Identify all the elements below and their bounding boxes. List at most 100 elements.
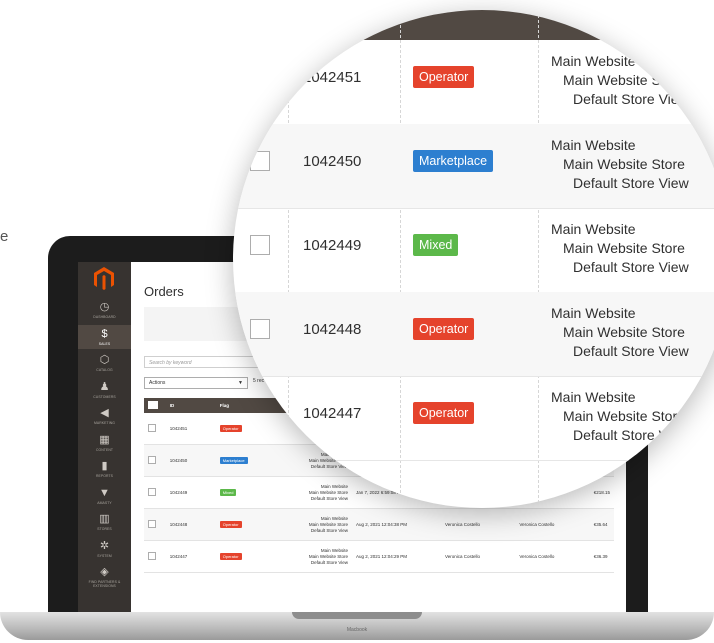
sales-icon: $ xyxy=(101,327,108,340)
row-checkbox[interactable] xyxy=(148,488,156,496)
store-view: Default Store View xyxy=(310,495,349,501)
store-website: Main Website xyxy=(551,137,636,153)
sidebar-item-label: Dashboard xyxy=(93,315,116,319)
mass-select-icon[interactable] xyxy=(148,401,158,409)
sidebar-item-label: Find Partners & Extensions xyxy=(88,580,121,588)
sidebar-item-reports[interactable]: ▮ Reports xyxy=(78,457,131,481)
purchase-point: Main WebsiteMain Website StoreDefault St… xyxy=(277,540,353,573)
sidebar-item-content[interactable]: ▦ Content xyxy=(78,431,131,455)
sidebar-item-label: Content xyxy=(95,447,114,452)
store-view: Default Store View xyxy=(310,463,349,469)
sidebar-item-label: Amasty xyxy=(97,500,112,505)
sidebar-item-label: Reports xyxy=(95,474,114,478)
row-checkbox-cell xyxy=(144,413,166,445)
purchase-point: Main Website Main Website Store Default St… xyxy=(551,136,714,193)
reports-icon: ▮ xyxy=(101,460,108,472)
ship-to-name: Veronica Costello xyxy=(515,540,590,573)
row-checkbox[interactable] xyxy=(250,67,270,87)
lens-grid-header xyxy=(233,10,714,40)
store-name: Main Website Store xyxy=(563,156,685,172)
store-view: Default Store View xyxy=(573,343,689,359)
row-checkbox[interactable] xyxy=(148,424,156,432)
purchase-point: Main WebsiteMain Website StoreDefault St… xyxy=(277,508,353,541)
admin-sidebar: ◷ Dashboard $ Sales ⬡ Catalog ♟ Customers ◀ Marke… xyxy=(78,262,131,612)
row-checkbox-cell xyxy=(144,508,166,541)
row-checkbox[interactable] xyxy=(148,552,156,560)
table-row[interactable]: 1042447 Operator Main Website Main Website … xyxy=(144,540,614,573)
store-website: Main Website xyxy=(551,53,636,69)
purchase-point: Main Website Main Website Store Default St… xyxy=(551,52,714,109)
lens-table-row[interactable]: 1042447 Operator Main Website Main Website … xyxy=(233,376,714,461)
store-name: Main Website Store xyxy=(563,72,685,88)
grand-total: €35.64 xyxy=(589,508,614,541)
flag-badge: Operator xyxy=(413,402,475,424)
ship-to-name: Veronica Costello xyxy=(515,508,590,541)
row-checkbox[interactable] xyxy=(250,151,270,171)
sidebar-item-amasty[interactable]: ▼ Amasty xyxy=(78,484,131,508)
sidebar-item-stores[interactable]: ▥ Stores xyxy=(78,510,131,534)
order-id: 1042450 xyxy=(303,153,362,170)
order-id: 1042451 xyxy=(303,69,362,86)
sidebar-item-label: Stores xyxy=(97,527,112,531)
purchase-point: Main WebsiteMain Website StoreDefault St… xyxy=(551,388,714,445)
order-id: 1042449 xyxy=(303,237,362,254)
dashboard-icon: ◷ xyxy=(99,301,110,313)
order-id: 1042447 xyxy=(165,540,216,573)
marketing-icon: ◀ xyxy=(100,407,109,419)
store-website: Main Website xyxy=(551,305,636,321)
system-icon: ✲ xyxy=(99,539,110,552)
flag-badge: Operator xyxy=(219,553,242,560)
stores-icon: ▥ xyxy=(99,513,110,525)
row-checkbox[interactable] xyxy=(148,520,156,528)
row-checkbox-cell xyxy=(144,476,166,509)
flag-badge: Operator xyxy=(413,318,475,340)
actions-label: Actions xyxy=(149,380,166,386)
store-view: Default Store View xyxy=(573,259,689,275)
flag-cell: Operator xyxy=(215,508,278,541)
sidebar-item-system[interactable]: ✲ System xyxy=(78,537,131,561)
sidebar-item-dashboard[interactable]: ◷ Dashboard xyxy=(78,298,131,322)
store-view: Default Store View xyxy=(573,427,689,443)
lens-table-row[interactable]: 1042450 Marketplace Main Website Main Websi… xyxy=(233,124,714,209)
sidebar-item-marketing[interactable]: ◀ Marketing xyxy=(78,404,131,428)
store-name: Main Website Store xyxy=(563,240,685,256)
zoom-lens: 1042451 Operator Main Website Main Website … xyxy=(233,10,714,508)
lens-table-row[interactable]: 1042451 Operator Main Website Main Website … xyxy=(233,40,714,125)
sidebar-item-partners[interactable]: ◈ Find Partners & Extensions xyxy=(78,563,131,588)
store-view: Default Store View xyxy=(573,175,689,191)
sidebar-item-catalog[interactable]: ⬡ Catalog xyxy=(78,351,131,375)
laptop-brand-label: Macbook xyxy=(346,627,368,633)
amasty-icon: ▼ xyxy=(99,486,110,499)
content-icon: ▦ xyxy=(99,433,110,446)
catalog-icon: ⬡ xyxy=(99,354,110,366)
store-view: Default Store View xyxy=(573,91,689,107)
header-id[interactable]: ID xyxy=(165,398,216,413)
purchase-date: Aug 2, 2021 12:04:29 PM xyxy=(352,540,441,573)
magento-logo-icon[interactable] xyxy=(92,266,116,292)
sidebar-item-customers[interactable]: ♟ Customers xyxy=(78,378,131,402)
lens-table-row[interactable]: 1042449 Mixed Main Website Main Website Sto… xyxy=(233,208,714,293)
row-checkbox[interactable] xyxy=(148,456,156,464)
flag-badge: Marketplace xyxy=(413,150,494,172)
page-title: Orders xyxy=(144,284,184,299)
select-all-header[interactable] xyxy=(144,398,166,413)
order-id: 1042448 xyxy=(165,508,216,541)
table-row[interactable]: 1042448 Operator Main Website Main Website … xyxy=(144,508,614,541)
bill-to-name: Veronica Costello xyxy=(440,540,516,573)
row-checkbox[interactable] xyxy=(250,235,270,255)
flag-badge: Mixed xyxy=(219,489,237,496)
order-id: 1042447 xyxy=(303,405,362,422)
laptop-notch xyxy=(292,612,422,619)
store-name: Main Website Store xyxy=(563,408,685,424)
row-checkbox[interactable] xyxy=(250,319,270,339)
store-name: Main Website Store xyxy=(563,324,685,340)
sidebar-item-label: Marketing xyxy=(93,421,116,425)
order-id: 1042448 xyxy=(303,321,362,338)
customers-icon: ♟ xyxy=(99,380,110,393)
store-view: Default Store View xyxy=(310,527,349,533)
flag-badge: Operator xyxy=(219,521,242,528)
sidebar-item-sales[interactable]: $ Sales xyxy=(78,324,131,349)
lens-table-row[interactable]: 1042448 Operator Main Website Main Website … xyxy=(233,292,714,377)
row-checkbox-cell xyxy=(144,444,166,477)
row-checkbox[interactable] xyxy=(250,403,270,423)
